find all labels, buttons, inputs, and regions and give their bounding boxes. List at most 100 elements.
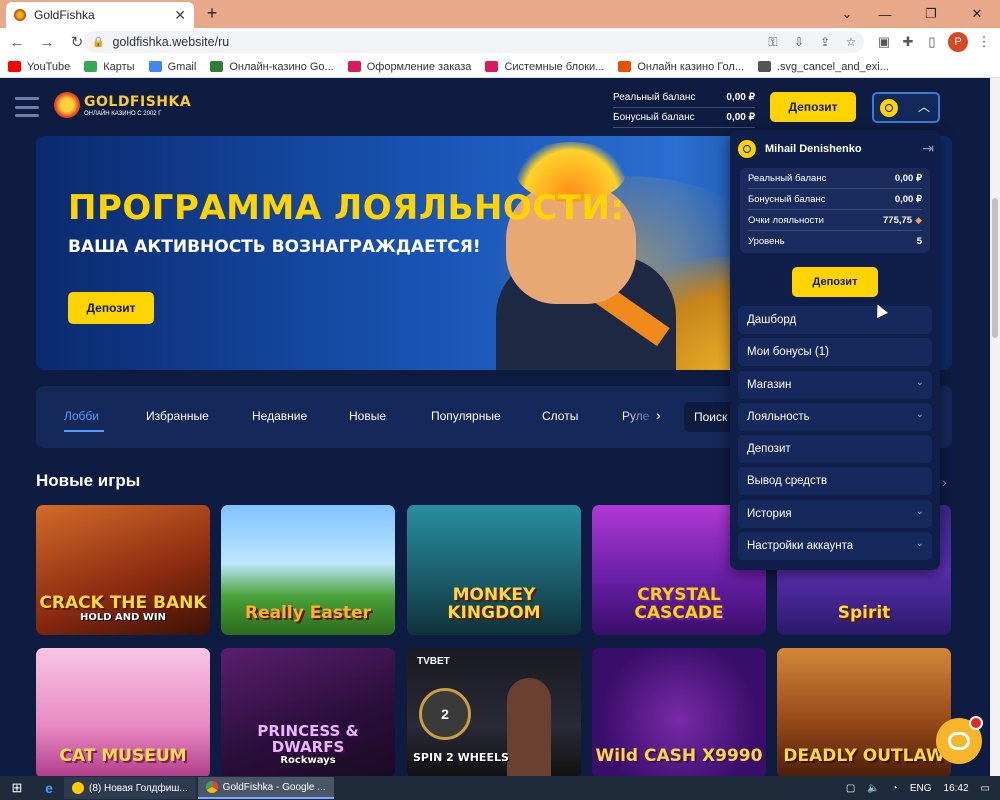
game-card[interactable]: DEADLY OUTLAW	[777, 648, 951, 776]
lock-icon[interactable]: 🔒	[92, 37, 104, 48]
key-icon[interactable]: ⚿	[760, 35, 786, 50]
scrollbar-thumb[interactable]	[992, 198, 998, 338]
profile-avatar[interactable]: P	[948, 32, 968, 52]
bookmark-item[interactable]: YouTube	[8, 61, 70, 73]
network-icon[interactable]: ▢	[846, 783, 855, 794]
game-card[interactable]: MONKEY KINGDOM	[407, 505, 581, 635]
account-menu-item[interactable]: Магазин ⌄	[738, 370, 932, 399]
chevron-down-icon: ⌄	[915, 408, 924, 420]
game-card[interactable]: PRINCESS & DWARFS Rockways	[221, 648, 395, 776]
category-tab[interactable]: Слоты	[542, 409, 578, 423]
game-title: DEADLY OUTLAW	[783, 746, 945, 767]
bookmark-item[interactable]: Карты	[84, 61, 135, 73]
language-indicator[interactable]: ENG	[910, 783, 932, 794]
category-tab[interactable]: Популярные	[431, 409, 501, 423]
volume-icon[interactable]: 🔈	[867, 783, 879, 794]
wifi-icon[interactable]: ◔	[892, 783, 898, 794]
bookmark-favicon-icon	[148, 61, 162, 72]
header-deposit-button[interactable]: Депозит	[770, 92, 856, 122]
tab-close-icon[interactable]: ✕	[174, 7, 186, 24]
logo-subtitle: ОНЛАЙН КАЗИНО С 2002 Г	[84, 110, 162, 117]
dropdown-deposit-button[interactable]: Депозит	[792, 267, 878, 297]
account-menu-item[interactable]: Настройки аккаунта ⌄	[738, 532, 932, 561]
bookmark-item[interactable]: Онлайн казино Гол...	[618, 61, 744, 73]
site-logo[interactable]: GOLDFISHKA ОНЛАЙН КАЗИНО С 2002 Г	[54, 92, 191, 118]
account-menu-item[interactable]: Дашборд	[738, 306, 932, 334]
restore-button[interactable]: ❐	[908, 0, 954, 28]
bookmark-item[interactable]: Оформление заказа	[347, 61, 471, 73]
url-input[interactable]: 🔒 goldfishka.website/ru ⚿ ⇩ ⇪ ☆	[84, 31, 864, 53]
game-title: Really Easter	[245, 603, 371, 624]
hamburger-menu-icon[interactable]	[15, 97, 39, 117]
game-card[interactable]: CRACK THE BANK HOLD AND WIN	[36, 505, 210, 635]
account-menu-item[interactable]: Депозит	[738, 435, 932, 464]
user-avatar-icon	[880, 99, 898, 117]
more-menu-icon[interactable]: ⋮	[972, 34, 996, 50]
bookmark-item[interactable]: Системные блоки...	[485, 61, 604, 73]
account-menu-item[interactable]: Мои бонусы (1)	[738, 338, 932, 367]
install-icon[interactable]: ⇩	[786, 35, 812, 49]
account-stats: Реальный баланс 0,00 ₽ Бонусный баланс 0…	[740, 168, 930, 253]
tab-title: GoldFishka	[34, 8, 95, 22]
chat-notification-badge	[969, 716, 983, 730]
account-menu: Дашборд Мои бонусы (1) Магазин ⌄ Лояльность ⌄…	[738, 306, 932, 564]
sidepanel-icon[interactable]: ▯	[920, 34, 944, 50]
new-tab-button[interactable]: +	[202, 3, 222, 23]
puzzle-icon[interactable]: ✚	[896, 34, 920, 50]
windows-taskbar: ⊞ e (8) Новая Голдфиш... GoldFishka - Go…	[0, 776, 1000, 800]
browser-tab[interactable]: GoldFishka ✕	[6, 2, 194, 28]
account-menu-item[interactable]: История ⌄	[738, 499, 932, 528]
game-title: CAT MUSEUM	[59, 746, 187, 767]
category-tab[interactable]: Лобби	[64, 409, 99, 423]
internet-explorer-icon[interactable]: e	[34, 776, 64, 800]
back-button[interactable]: ←	[4, 29, 30, 55]
bookmark-star-icon[interactable]: ☆	[838, 35, 864, 49]
logo-name: GOLDFISHKA	[84, 93, 192, 110]
category-tab[interactable]: Новые	[349, 409, 386, 423]
notifications-icon[interactable]: ▭	[981, 783, 990, 794]
bookmark-favicon-icon	[618, 61, 632, 72]
forward-button[interactable]: →	[34, 29, 60, 55]
taskbar-app-chrome[interactable]: GoldFishka - Google ...	[197, 777, 334, 799]
extensions-area: ▣ ✚ ▯ P ⋮	[872, 30, 996, 54]
chat-bubble-icon	[948, 732, 970, 750]
account-menu-toggle[interactable]: ︿	[872, 92, 940, 123]
windows-start-icon[interactable]: ⊞	[0, 776, 34, 800]
game-card[interactable]: TVBET 2 SPIN 2 WHEELS	[407, 648, 581, 776]
game-card[interactable]: CAT MUSEUM	[36, 648, 210, 776]
bonus-balance-label: Бонусный баланс	[613, 112, 695, 123]
logout-icon[interactable]: ⇥	[922, 140, 934, 157]
share-icon[interactable]: ⇪	[812, 35, 838, 49]
bookmark-item[interactable]: .svg_cancel_and_exi...	[758, 61, 889, 73]
game-title: MONKEY KINGDOM	[447, 585, 541, 624]
header-balances: Реальный баланс 0,00 ₽ Бонусный баланс 0…	[613, 88, 755, 128]
game-title: CRACK THE BANK HOLD AND WIN	[39, 592, 207, 623]
page-scrollbar[interactable]	[990, 78, 1000, 776]
url-text: goldfishka.website/ru	[112, 35, 230, 49]
chevron-right-icon[interactable]: ›	[656, 407, 661, 423]
account-menu-item[interactable]: Вывод средств	[738, 467, 932, 496]
clock[interactable]: 16:42	[944, 783, 969, 794]
minimize-button[interactable]: —	[862, 0, 908, 28]
stat-level: Уровень 5	[748, 236, 922, 247]
bookmark-favicon-icon	[347, 61, 361, 72]
taskbar-app-yandex[interactable]: (8) Новая Голдфиш...	[64, 777, 196, 799]
bookmark-favicon-icon	[485, 61, 499, 72]
category-tab[interactable]: Избранные	[146, 409, 209, 423]
real-balance-label: Реальный баланс	[613, 92, 696, 103]
active-tab-underline	[64, 430, 104, 432]
extension-icon[interactable]: ▣	[872, 34, 896, 50]
bookmark-item[interactable]: Gmail	[148, 61, 196, 73]
section-next-icon[interactable]: ›	[942, 474, 947, 490]
bookmarks-bar: YouTube Карты Gmail Онлайн-казино Go... Офор…	[0, 56, 1000, 78]
bookmark-item[interactable]: Онлайн-казино Go...	[210, 61, 334, 73]
close-window-button[interactable]: ✕	[954, 0, 1000, 28]
game-card[interactable]: Really Easter	[221, 505, 395, 635]
tab-search-icon[interactable]: ⌄	[832, 0, 862, 28]
account-menu-item[interactable]: Лояльность ⌄	[738, 402, 932, 431]
real-balance-value: 0,00 ₽	[726, 92, 755, 103]
game-card[interactable]: Wild CASH X9990	[592, 648, 766, 776]
category-tab[interactable]: Недавние	[252, 409, 307, 423]
banner-deposit-button[interactable]: Депозит	[68, 292, 154, 324]
goldfishka-favicon-icon	[14, 9, 26, 21]
